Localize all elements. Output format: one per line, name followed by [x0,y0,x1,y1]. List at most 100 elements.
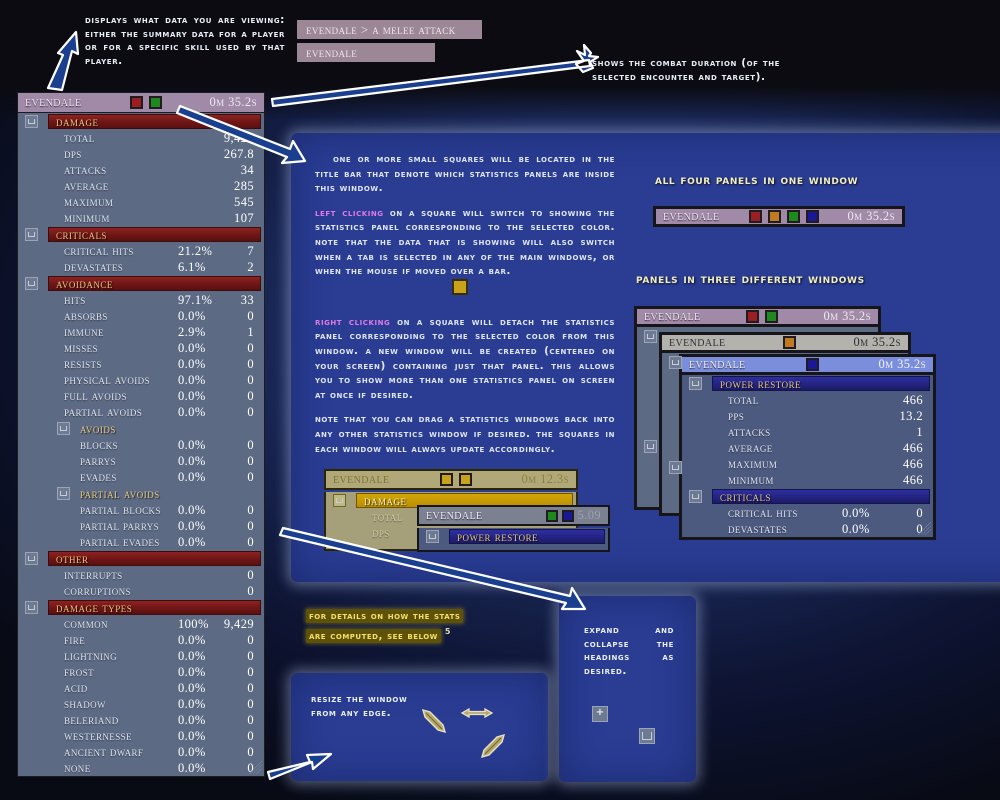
section-header-criticals[interactable]: Criticals [18,226,264,243]
resize-annotation: Resize the window from any edge. [311,693,408,719]
panel-square-green[interactable] [545,509,558,522]
stat-percent: 0.0% [178,356,206,371]
collapse-icon[interactable] [669,461,682,474]
stat-value: 1 [916,424,923,439]
panel-square-red[interactable] [746,310,760,323]
info-para-1: One or more small squares will be locate… [315,153,615,195]
panel-squares[interactable] [82,96,210,109]
panel-square-red[interactable] [129,96,143,109]
stat-label: Hits [64,292,86,307]
stat-label: Partial Evades [80,534,160,549]
panel-square-gold[interactable] [439,473,453,486]
stat-row: Maximum 545 [18,194,264,210]
collapse-icon[interactable] [57,422,70,435]
collapse-icon[interactable] [639,728,655,744]
stat-label: Westernesse [64,728,132,743]
main-window-titlebar[interactable]: Evendale 0m 35.2s [17,92,265,113]
section-header-other[interactable]: Other [18,550,264,567]
collapse-icon[interactable] [689,490,702,503]
panel-squares[interactable] [390,473,522,486]
stat-label: Partial Avoids [64,404,143,419]
panel-square-blue[interactable] [805,210,819,223]
collapse-icon[interactable] [57,487,70,500]
panel-squares[interactable] [483,509,574,522]
breadcrumb-player[interactable]: Evendale [297,43,435,62]
stat-label: Critical Hits [728,505,798,520]
sample-gold-square[interactable] [452,279,468,295]
section-header-partial-avoids[interactable]: Partial Avoids [18,485,264,502]
stat-label: Total [372,509,403,524]
breadcrumb-skill[interactable]: Evendale > a melee attack [297,20,482,39]
olive-window-titlebar[interactable]: Evendale 0m 12.3s [324,469,578,490]
section-header-label: Damage [56,113,99,129]
stat-label: Ancient Dwarf [64,744,144,759]
back-window-titlebar[interactable]: Evendale 0m 35.2s [634,306,881,327]
stat-label: Minimum [728,472,774,487]
collapse-icon[interactable] [669,356,682,369]
collapse-icon[interactable] [25,115,38,128]
panel-square-orange[interactable] [767,210,781,223]
stat-label: Shadow [64,696,106,711]
section-header-label: Other [56,550,89,566]
front-window-titlebar[interactable]: Evendale 0m 35.2s [679,354,936,375]
three-windows-front[interactable]: Evendale 0m 35.2s Power Restore Total 466 P… [679,354,936,540]
stat-row: Blocks 0.0% 0 [18,437,264,453]
collapse-icon[interactable] [426,530,439,543]
panel-square-blue[interactable] [805,358,819,371]
stat-row: Minimum 466 [682,472,933,488]
panel-squares[interactable] [726,336,854,349]
mid-window-titlebar[interactable]: Evendale 0m 35.2s [659,332,911,353]
stat-label: Fire [64,632,86,647]
expand-icon[interactable] [592,706,608,722]
breadcrumb-player-label: Evendale [306,44,358,60]
section-header-criticals[interactable]: Criticals [682,488,933,505]
stat-label: Critical Hits [64,243,134,258]
collapse-icon[interactable] [25,228,38,241]
collapse-icon[interactable] [333,494,346,507]
collapse-icon[interactable] [25,601,38,614]
collapse-icon[interactable] [644,330,657,343]
stat-label: Average [64,178,109,193]
panel-square-blue[interactable] [561,509,574,522]
stat-row: DPS 267.8 [18,146,264,162]
stat-row: Partial Evades 0.0% 0 [18,534,264,550]
stat-value: 0 [247,583,254,598]
resize-grip[interactable] [249,761,262,774]
collapse-icon[interactable] [644,440,657,453]
window-title: Evendale [25,94,82,110]
panel-squares[interactable] [720,210,848,223]
stat-value: 13.2 [899,408,923,423]
panel-square-red[interactable] [748,210,762,223]
all-four-panels-window[interactable]: Evendale 0m 35.2s [653,206,905,227]
stat-label: DPS [372,525,390,540]
section-header-power-restore[interactable]: Power Restore [682,375,933,392]
collapse-icon[interactable] [25,552,38,565]
section-header-power-restore[interactable]: Power Restore [419,528,608,545]
collapse-icon[interactable] [25,277,38,290]
stat-label: Physical Avoids [64,372,150,387]
stat-value: 285 [234,178,254,193]
drag-demo-grey-window[interactable]: Evendale 5.09 Power Restore [417,505,610,552]
stat-row: Partial Parrys 0.0% 0 [18,518,264,534]
grey-window-titlebar[interactable]: Evendale 5.09 [417,505,610,526]
panel-squares[interactable] [746,358,879,371]
stat-percent: 0.0% [178,680,206,695]
panel-square-green[interactable] [148,96,162,109]
stat-percent: 0.0% [178,372,206,387]
stat-value: 0 [247,712,254,727]
panel-square-gold[interactable] [458,473,472,486]
collapse-icon[interactable] [689,377,702,390]
section-header-damage[interactable]: Damage [18,113,264,130]
section-header-damage-types[interactable]: Damage Types [18,599,264,616]
stat-row: Immune 2.9% 1 [18,324,264,340]
panel-squares[interactable] [701,310,824,323]
panel-square-green[interactable] [786,210,800,223]
panel-square-orange[interactable] [783,336,797,349]
resize-grip[interactable] [918,522,931,535]
section-header-avoids[interactable]: Avoids [18,420,264,437]
section-header-avoidance[interactable]: Avoidance [18,275,264,292]
stat-row: Acid 0.0% 0 [18,680,264,696]
main-stats-window[interactable]: Evendale 0m 35.2s Damage Total 9,429 DPS 267… [17,92,265,777]
panel-square-green[interactable] [765,310,779,323]
all-four-titlebar[interactable]: Evendale 0m 35.2s [653,206,905,227]
